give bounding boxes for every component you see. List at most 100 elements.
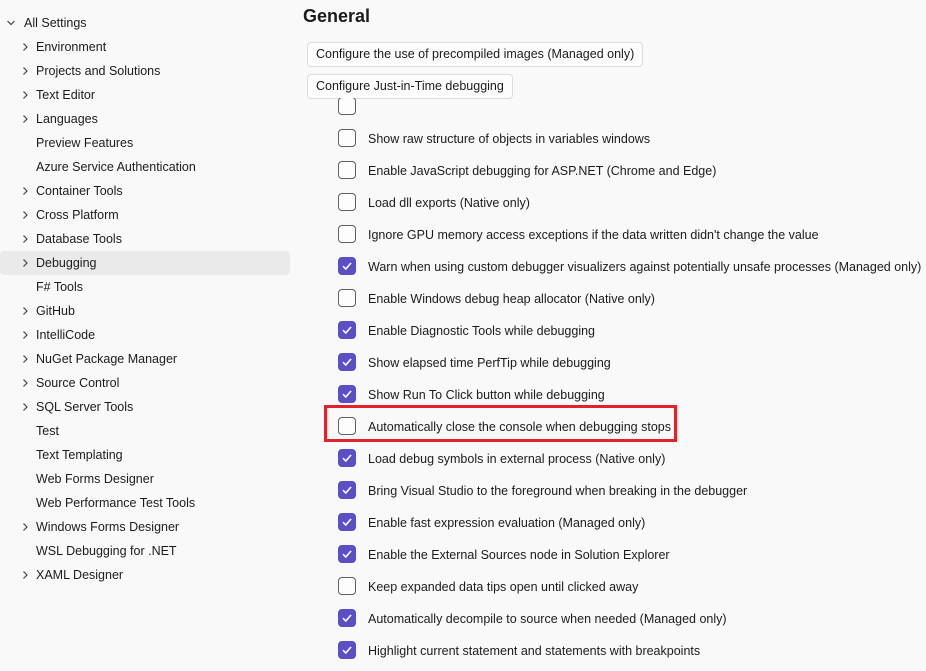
tree-item-azure-service-authentication[interactable]: Azure Service Authentication (0, 155, 290, 179)
tree-item-preview-features[interactable]: Preview Features (0, 131, 290, 155)
checkbox-checked[interactable] (338, 449, 356, 467)
tree-item-windows-forms-designer[interactable]: Windows Forms Designer (0, 515, 290, 539)
tree-item-all-settings[interactable]: All Settings (0, 11, 290, 35)
tree-item-label: Test (36, 424, 59, 438)
checkbox-checked[interactable] (338, 545, 356, 563)
chevron-right-icon[interactable] (19, 59, 31, 83)
tree-item-label: F# Tools (36, 280, 84, 294)
option-row[interactable]: Enable the External Sources node in Solu… (337, 539, 917, 571)
chevron-right-icon[interactable] (19, 251, 31, 275)
tree-item-label: WSL Debugging for .NET (36, 544, 177, 558)
chevron-right-icon[interactable] (19, 347, 31, 371)
configure-jit-debugging-button[interactable]: Configure Just-in-Time debugging (307, 74, 513, 99)
tree-item-intellicode[interactable]: IntelliCode (0, 323, 290, 347)
checkmark-icon (342, 262, 352, 271)
option-row[interactable]: Warn when using custom debugger visualiz… (337, 251, 921, 283)
settings-page: General Configure the use of precompiled… (292, 0, 926, 671)
checkbox-checked[interactable] (338, 353, 356, 371)
chevron-right-icon[interactable] (19, 203, 31, 227)
checkbox-checked[interactable] (338, 609, 356, 627)
tree-item-text-editor[interactable]: Text Editor (0, 83, 290, 107)
option-row[interactable]: Load debug symbols in external process (… (337, 443, 917, 475)
tree-item-github[interactable]: GitHub (0, 299, 290, 323)
checkbox-checked[interactable] (338, 321, 356, 339)
tree-item-label: Debugging (36, 256, 97, 270)
tree-item-label: GitHub (36, 304, 75, 318)
configure-precompiled-images-button[interactable]: Configure the use of precompiled images … (307, 42, 644, 67)
option-row[interactable]: Highlight current statement and statemen… (337, 635, 917, 667)
checkbox-unchecked[interactable] (338, 289, 356, 307)
tree-item-database-tools[interactable]: Database Tools (0, 227, 290, 251)
tree-item-f-tools[interactable]: F# Tools (0, 275, 290, 299)
option-label: Ignore GPU memory access exceptions if t… (368, 228, 819, 242)
chevron-right-icon[interactable] (19, 35, 31, 59)
checkbox-checked[interactable] (338, 385, 356, 403)
checkbox-unchecked[interactable] (338, 193, 356, 211)
chevron-right-icon[interactable] (19, 515, 31, 539)
tree-item-debugging[interactable]: Debugging (0, 251, 290, 275)
checkbox-unchecked[interactable] (338, 577, 356, 595)
tree-item-label: Web Performance Test Tools (36, 496, 196, 510)
tree-item-languages[interactable]: Languages (0, 107, 290, 131)
option-label: Show elapsed time PerfTip while debuggin… (368, 356, 611, 370)
tree-item-web-forms-designer[interactable]: Web Forms Designer (0, 467, 290, 491)
tree-item-web-performance-test-tools[interactable]: Web Performance Test Tools (0, 491, 290, 515)
chevron-down-icon[interactable] (5, 11, 17, 35)
tree-item-label: XAML Designer (36, 568, 124, 582)
option-row[interactable]: Enable Diagnostic Tools while debugging (337, 315, 917, 347)
option-row[interactable]: Load dll exports (Native only) (337, 187, 917, 219)
checkmark-icon (342, 614, 352, 623)
tree-item-cross-platform[interactable]: Cross Platform (0, 203, 290, 227)
option-row[interactable]: Bring Visual Studio to the foreground wh… (337, 475, 917, 507)
option-row[interactable]: Ignore GPU memory access exceptions if t… (337, 219, 917, 251)
checkbox-checked[interactable] (338, 513, 356, 531)
checkmark-icon (342, 326, 352, 335)
tree-item-environment[interactable]: Environment (0, 35, 290, 59)
checkbox-unchecked[interactable] (338, 225, 356, 243)
chevron-right-icon[interactable] (19, 227, 31, 251)
option-row[interactable]: Enable JavaScript debugging for ASP.NET … (337, 155, 917, 187)
chevron-right-icon[interactable] (19, 179, 31, 203)
option-row[interactable]: Automatically decompile to source when n… (337, 603, 917, 635)
tree-item-nuget-package-manager[interactable]: NuGet Package Manager (0, 347, 290, 371)
option-row[interactable]: Show raw structure of objects in variabl… (337, 123, 917, 155)
option-row[interactable]: Keep expanded data tips open until click… (337, 571, 917, 603)
option-label: Show raw structure of objects in variabl… (368, 132, 651, 146)
chevron-right-icon[interactable] (19, 323, 31, 347)
chevron-right-icon[interactable] (19, 299, 31, 323)
option-label: Keep expanded data tips open until click… (368, 580, 639, 594)
tree-item-projects-and-solutions[interactable]: Projects and Solutions (0, 59, 290, 83)
option-label: Enable Diagnostic Tools while debugging (368, 324, 596, 338)
tree-item-container-tools[interactable]: Container Tools (0, 179, 290, 203)
tree-item-label: Preview Features (36, 136, 134, 150)
option-row[interactable]: Enable Windows debug heap allocator (Nat… (337, 283, 917, 315)
option-row[interactable] (337, 98, 917, 123)
tree-item-text-templating[interactable]: Text Templating (0, 443, 290, 467)
checkbox-unchecked[interactable] (338, 98, 356, 115)
tree-item-label: Cross Platform (36, 208, 119, 222)
tree-item-sql-server-tools[interactable]: SQL Server Tools (0, 395, 290, 419)
chevron-right-icon[interactable] (19, 395, 31, 419)
tree-item-label: Database Tools (36, 232, 122, 246)
option-row[interactable]: Show elapsed time PerfTip while debuggin… (337, 347, 917, 379)
option-label: Warn when using custom debugger visualiz… (368, 260, 922, 274)
highlight-box (324, 405, 677, 442)
checkbox-unchecked[interactable] (338, 129, 356, 147)
option-row[interactable]: Enable fast expression evaluation (Manag… (337, 507, 917, 539)
tree-item-label: Container Tools (36, 184, 123, 198)
tree-item-xaml-designer[interactable]: XAML Designer (0, 563, 290, 587)
chevron-right-icon[interactable] (19, 83, 31, 107)
checkbox-checked[interactable] (338, 257, 356, 275)
checkbox-checked[interactable] (338, 481, 356, 499)
option-label: Bring Visual Studio to the foreground wh… (368, 484, 748, 498)
chevron-right-icon[interactable] (19, 371, 31, 395)
chevron-right-icon[interactable] (19, 107, 31, 131)
checkbox-checked[interactable] (338, 641, 356, 659)
tree-item-test[interactable]: Test (0, 419, 290, 443)
option-label: Highlight current statement and statemen… (368, 644, 701, 658)
checkbox-unchecked[interactable] (338, 161, 356, 179)
options-list[interactable]: Show raw structure of objects in variabl… (292, 98, 926, 671)
tree-item-source-control[interactable]: Source Control (0, 371, 290, 395)
chevron-right-icon[interactable] (19, 563, 31, 587)
tree-item-wsl-debugging-for-net[interactable]: WSL Debugging for .NET (0, 539, 290, 563)
